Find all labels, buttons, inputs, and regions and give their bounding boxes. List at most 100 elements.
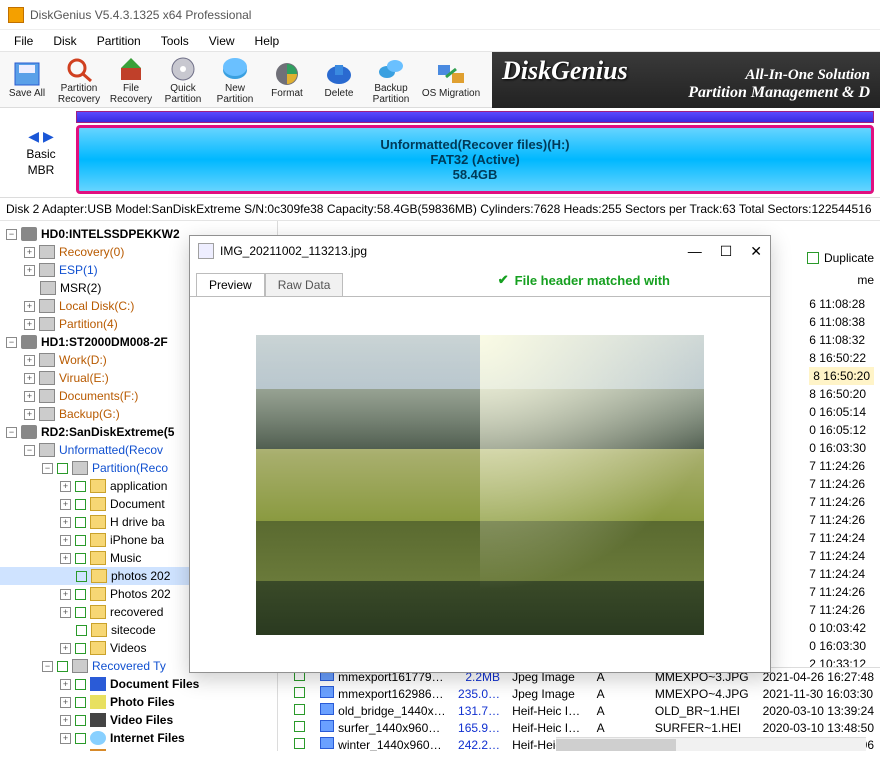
expand-icon[interactable]: −: [42, 463, 53, 474]
expand-icon[interactable]: +: [24, 247, 35, 258]
mtime-cell[interactable]: 7 11:24:26: [809, 601, 874, 619]
tree-checkbox[interactable]: [75, 553, 86, 564]
tree-hd0[interactable]: HD0:INTELSSDPEKKW2: [41, 227, 180, 241]
mtime-cell[interactable]: 6 11:08:28: [809, 295, 874, 313]
quick-partition-button[interactable]: Quick Partition: [158, 53, 208, 107]
table-row[interactable]: surfer_1440x960…165.9…Heif-Heic I…ASURFE…: [278, 719, 880, 736]
table-row[interactable]: old_bridge_1440x…131.7…Heif-Heic I…AOLD_…: [278, 702, 880, 719]
mtime-cell[interactable]: 6 11:08:38: [809, 313, 874, 331]
expand-icon[interactable]: +: [24, 301, 35, 312]
tree-checkbox[interactable]: [75, 589, 86, 600]
partition-block[interactable]: Unformatted(Recover files)(H:) FAT32 (Ac…: [76, 125, 874, 194]
horizontal-scrollbar[interactable]: [556, 737, 866, 751]
expand-icon[interactable]: +: [24, 373, 35, 384]
row-checkbox[interactable]: [294, 704, 305, 715]
menu-help[interactable]: Help: [247, 32, 288, 50]
tree-checkbox[interactable]: [57, 661, 68, 672]
scroll-thumb[interactable]: [556, 739, 676, 751]
tree-virtual[interactable]: Virual(E:): [59, 371, 109, 385]
mtime-cell[interactable]: 8 16:50:20: [809, 367, 874, 385]
tree-photos-202b[interactable]: Photos 202: [110, 587, 171, 601]
expand-icon[interactable]: +: [60, 589, 71, 600]
tree-docs[interactable]: Documents(F:): [59, 389, 138, 403]
mtime-cell[interactable]: 7 11:24:26: [809, 457, 874, 475]
tree-partition-reco[interactable]: Partition(Reco: [92, 461, 168, 475]
expand-icon[interactable]: +: [60, 553, 71, 564]
table-row[interactable]: mmexport162986…235.0…Jpeg ImageAMMEXPO~4…: [278, 685, 880, 702]
menu-disk[interactable]: Disk: [45, 32, 84, 50]
tree-checkbox[interactable]: [75, 535, 86, 546]
tree-checkbox[interactable]: [57, 463, 68, 474]
tree-hd1[interactable]: HD1:ST2000DM008-2F: [41, 335, 168, 349]
tree-checkbox[interactable]: [75, 715, 86, 726]
file-recovery-button[interactable]: File Recovery: [106, 53, 156, 107]
mtime-cell[interactable]: 8 16:50:22: [809, 349, 874, 367]
tree-recovery[interactable]: Recovery(0): [59, 245, 124, 259]
expand-icon[interactable]: +: [60, 535, 71, 546]
expand-icon[interactable]: +: [60, 643, 71, 654]
tree-backup[interactable]: Backup(G:): [59, 407, 120, 421]
expand-icon[interactable]: +: [24, 391, 35, 402]
tree-hdrive[interactable]: H drive ba: [110, 515, 165, 529]
tree-esp[interactable]: ESP(1): [59, 263, 98, 277]
tree-rt-photo[interactable]: Photo Files: [110, 695, 175, 709]
tree-checkbox[interactable]: [75, 643, 86, 654]
expand-icon[interactable]: +: [60, 679, 71, 690]
tree-videos[interactable]: Videos: [110, 641, 146, 655]
expand-icon[interactable]: +: [24, 409, 35, 420]
mtime-cell[interactable]: 6 11:08:32: [809, 331, 874, 349]
tree-checkbox[interactable]: [75, 679, 86, 690]
expand-icon[interactable]: +: [24, 265, 35, 276]
expand-icon[interactable]: −: [6, 427, 17, 438]
tab-raw-data[interactable]: Raw Data: [265, 273, 344, 296]
expand-icon[interactable]: +: [60, 751, 71, 752]
row-checkbox[interactable]: [294, 687, 305, 698]
nav-arrows[interactable]: ◀ ▶: [28, 128, 53, 145]
tree-msr[interactable]: MSR(2): [60, 281, 101, 295]
expand-icon[interactable]: +: [60, 733, 71, 744]
tree-recovered-types[interactable]: Recovered Ty: [92, 659, 166, 673]
mtime-cell[interactable]: 0 16:03:30: [809, 439, 874, 457]
expand-icon[interactable]: +: [24, 355, 35, 366]
tree-rt-graphic[interactable]: Graphic Files: [110, 749, 186, 751]
tree-unformatted[interactable]: Unformatted(Recov: [59, 443, 163, 457]
tree-rt-internet[interactable]: Internet Files: [110, 731, 185, 745]
tree-checkbox[interactable]: [75, 733, 86, 744]
mtime-cell[interactable]: 0 10:03:42: [809, 619, 874, 637]
mtime-cell[interactable]: 7 11:24:26: [809, 583, 874, 601]
checkbox-icon[interactable]: [807, 252, 819, 264]
mtime-cell[interactable]: 7 11:24:24: [809, 565, 874, 583]
mtime-cell[interactable]: 0 16:03:30: [809, 637, 874, 655]
tree-checkbox[interactable]: [75, 751, 86, 752]
tree-rt-document[interactable]: Document Files: [110, 677, 199, 691]
tree-local[interactable]: Local Disk(C:): [59, 299, 134, 313]
partition-recovery-button[interactable]: Partition Recovery: [54, 53, 104, 107]
duplicate-toggle[interactable]: Duplicate: [807, 251, 874, 265]
close-button[interactable]: ✕: [750, 243, 762, 260]
tree-rd2[interactable]: RD2:SanDiskExtreme(5: [41, 425, 174, 439]
tree-checkbox[interactable]: [75, 517, 86, 528]
tree-checkbox[interactable]: [75, 607, 86, 618]
mtime-cell[interactable]: 7 11:24:26: [809, 493, 874, 511]
expand-icon[interactable]: −: [6, 337, 17, 348]
tree-photos-202a[interactable]: photos 202: [111, 569, 170, 583]
minimize-button[interactable]: —: [688, 243, 702, 260]
maximize-button[interactable]: ☐: [720, 243, 733, 260]
mtime-cell[interactable]: 7 11:24:24: [809, 529, 874, 547]
menu-file[interactable]: File: [6, 32, 41, 50]
tree-sitecode[interactable]: sitecode: [111, 623, 156, 637]
expand-icon[interactable]: +: [60, 715, 71, 726]
tree-iphone[interactable]: iPhone ba: [110, 533, 164, 547]
expand-icon[interactable]: +: [60, 481, 71, 492]
tree-checkbox[interactable]: [75, 499, 86, 510]
tree-checkbox[interactable]: [76, 571, 87, 582]
mtime-cell[interactable]: 8 16:50:20: [809, 385, 874, 403]
expand-icon[interactable]: +: [24, 319, 35, 330]
backup-partition-button[interactable]: Backup Partition: [366, 53, 416, 107]
menu-tools[interactable]: Tools: [153, 32, 197, 50]
row-checkbox[interactable]: [294, 738, 305, 749]
mtime-cell[interactable]: 7 11:24:26: [809, 475, 874, 493]
menu-view[interactable]: View: [201, 32, 243, 50]
tree-p4[interactable]: Partition(4): [59, 317, 118, 331]
mtime-cell[interactable]: 0 16:05:12: [809, 421, 874, 439]
